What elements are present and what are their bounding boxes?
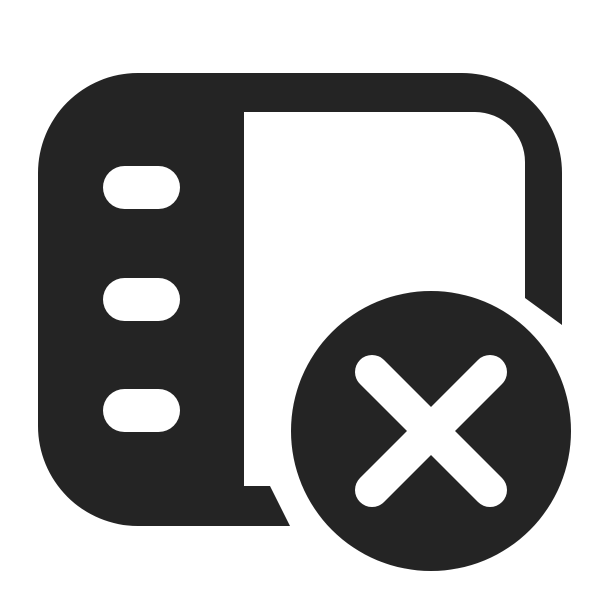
sidebar-layout-dismiss-icon: [38, 73, 589, 589]
list-line-1: [103, 166, 180, 209]
list-line-3: [103, 389, 180, 432]
dismiss-badge: [273, 273, 589, 589]
list-line-2: [103, 278, 180, 321]
icon-canvas: [0, 0, 600, 600]
sidebar-list-lines: [103, 166, 180, 432]
